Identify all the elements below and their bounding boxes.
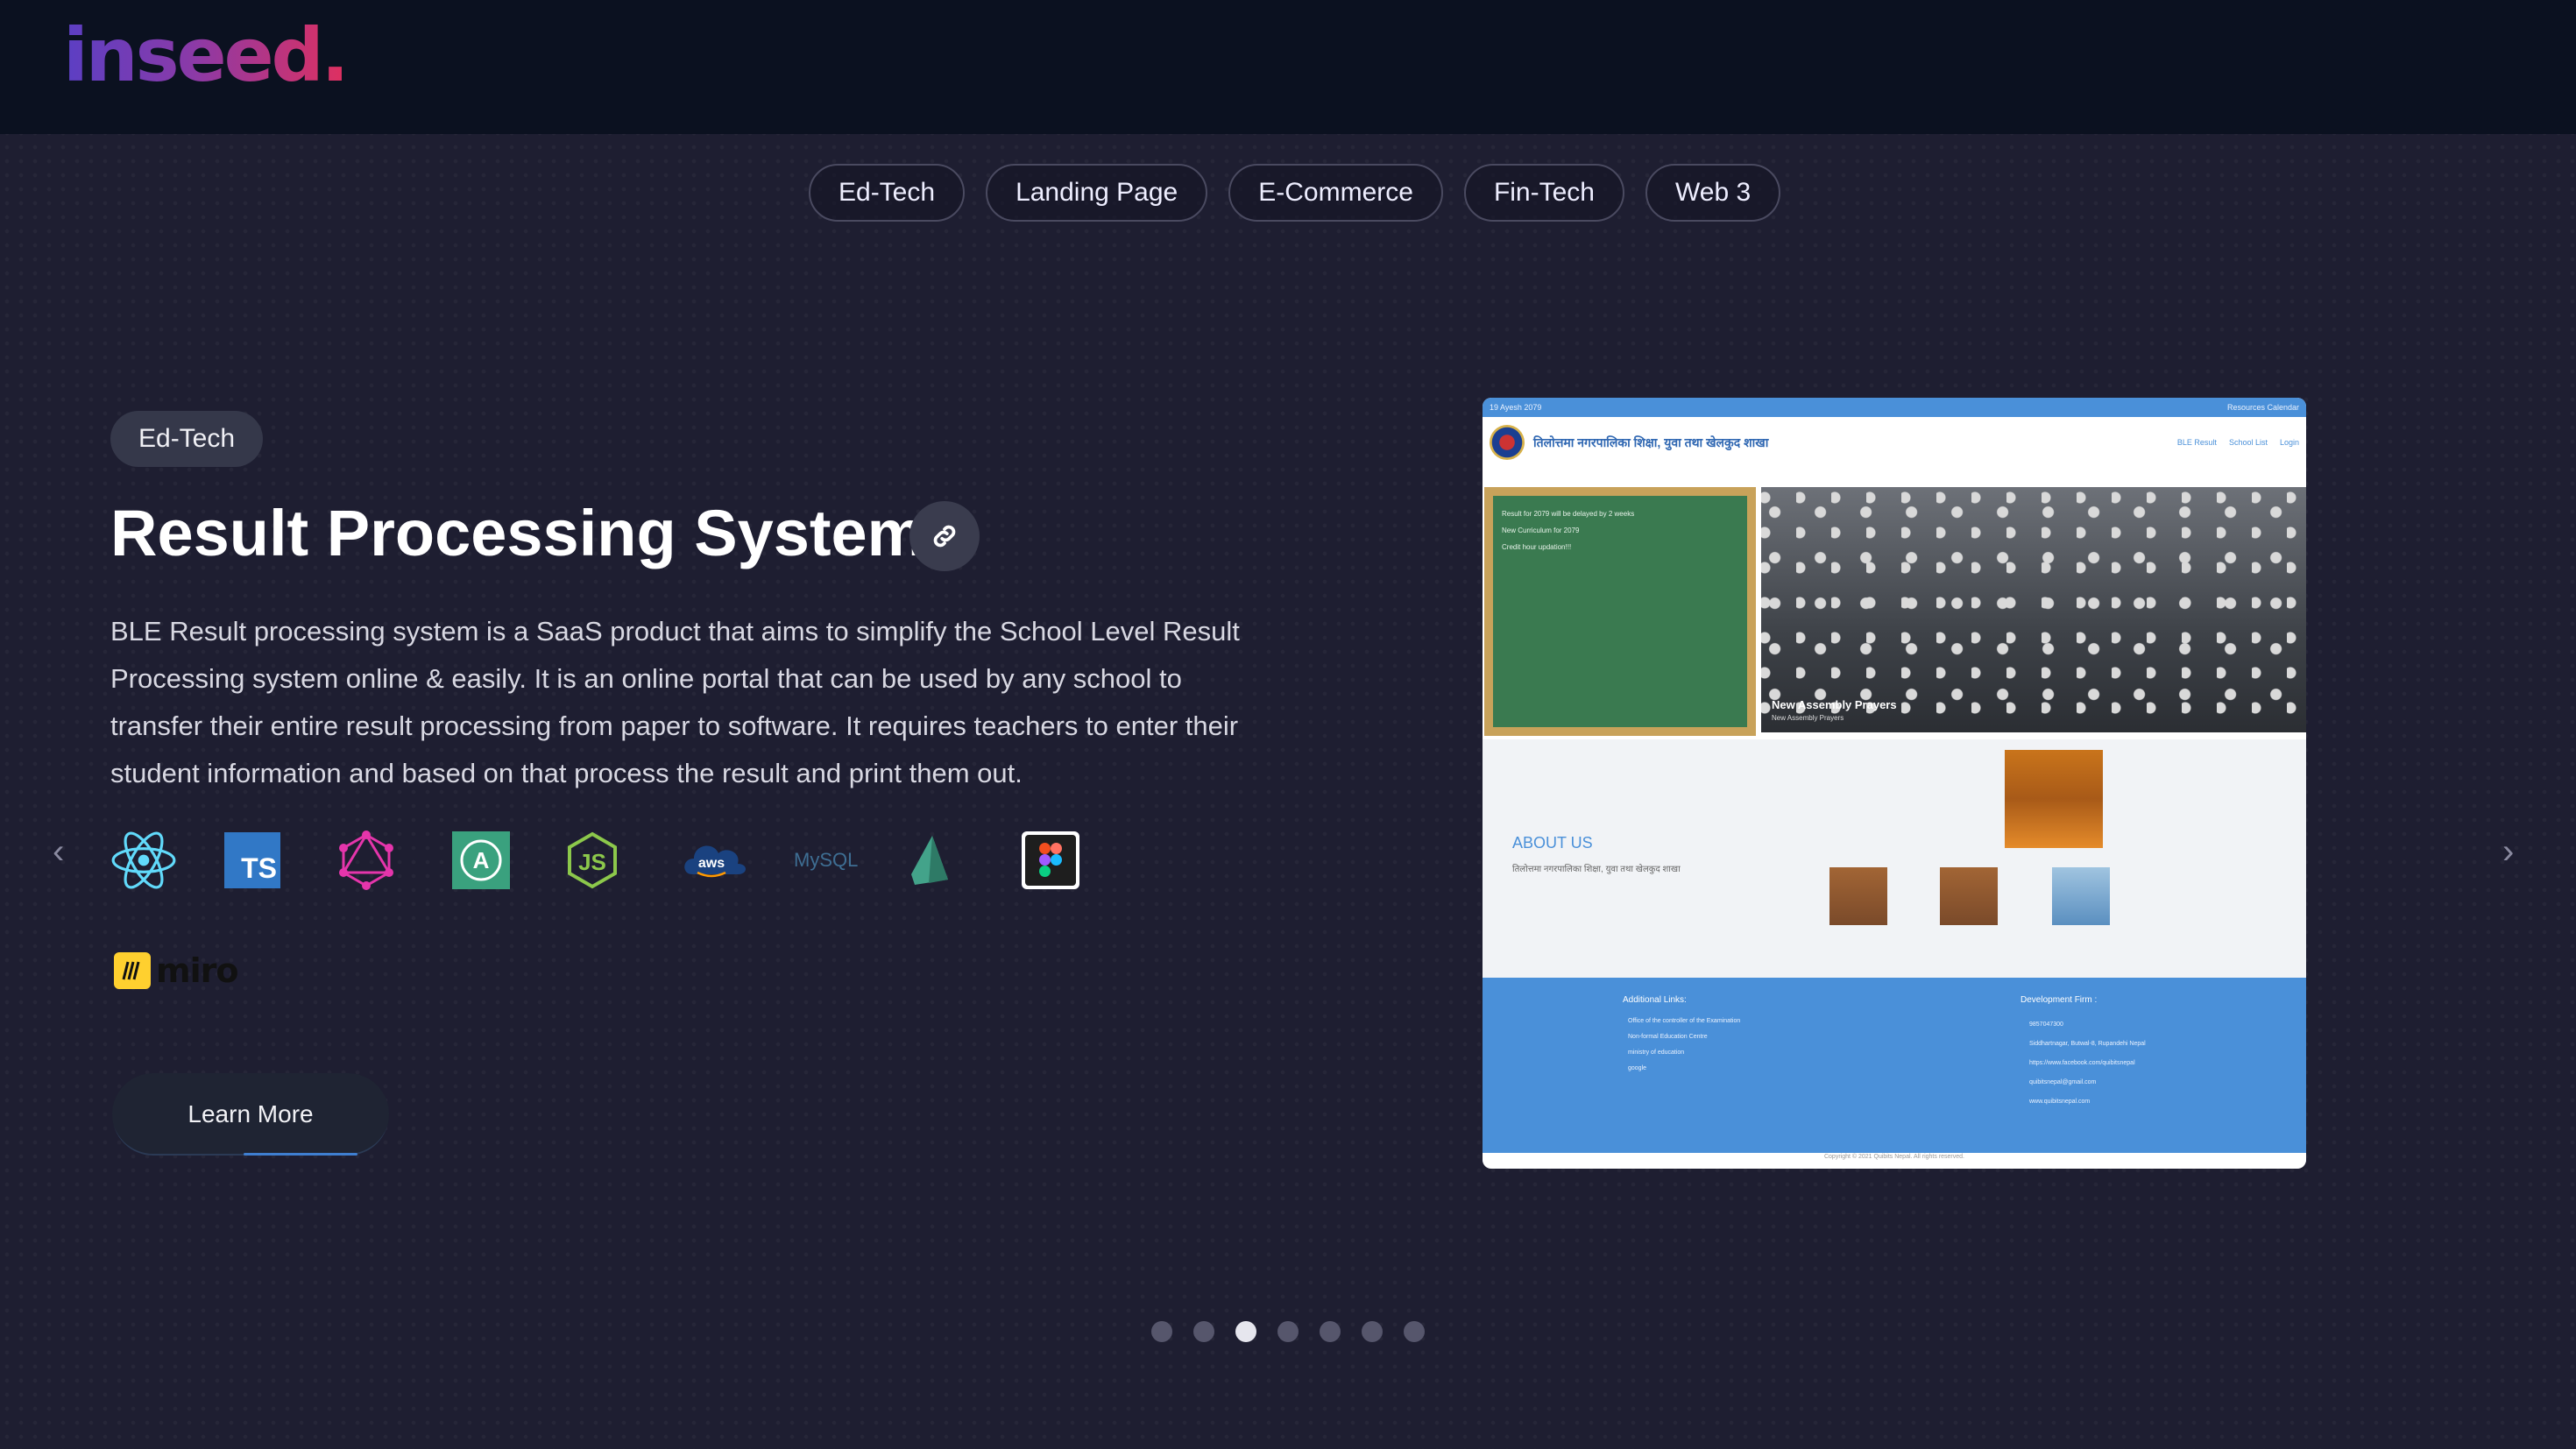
filter-chip-web3[interactable]: Web 3: [1645, 164, 1781, 222]
mysql-icon: MySQL: [794, 829, 908, 892]
preview-header: तिलोत्तमा नगरपालिका शिक्षा, युवा तथा खेल…: [1483, 417, 2306, 468]
prisma-icon: [908, 829, 1022, 892]
brand-logo[interactable]: inseed.: [63, 12, 350, 98]
filter-chip-fin-tech[interactable]: Fin-Tech: [1463, 164, 1624, 222]
aws-icon: aws: [680, 829, 794, 892]
preview-footer-dev-item: https://www.facebook.com/quibitsnepal: [2029, 1060, 2135, 1066]
carousel-pagination: [1151, 1321, 1425, 1342]
filter-chip-landing-page[interactable]: Landing Page: [986, 164, 1208, 222]
figma-icon: [1022, 829, 1136, 892]
preview-assembly-photo: New Assembly Prayers New Assembly Prayer…: [1761, 487, 2306, 732]
preview-top-strip: 19 Ayesh 2079 Resources Calendar: [1483, 398, 2306, 417]
miro-icon: miro: [114, 951, 238, 990]
preview-nav-item: School List: [2228, 438, 2268, 447]
preview-about-title: ABOUT US: [1512, 834, 1593, 852]
preview-about-subtitle: तिलोत्तमा नगरपालिका शिक्षा, युवा तथा खेल…: [1512, 865, 1681, 874]
preview-footer-link: google: [1628, 1065, 1647, 1071]
carousel-dot-active[interactable]: [1235, 1321, 1256, 1342]
preview-person-photo: [2052, 867, 2110, 925]
project-description: BLE Result processing system is a SaaS p…: [110, 616, 1240, 788]
preview-footer-dev-item: www.quibitsnepal.com: [2029, 1099, 2091, 1105]
typescript-label: TS: [224, 832, 280, 888]
category-filters: Ed-Tech Landing Page E-Commerce Fin-Tech…: [809, 164, 1781, 222]
preview-date: 19 Ayesh 2079: [1490, 403, 1542, 412]
miro-label: miro: [156, 951, 238, 990]
nodejs-icon: JS: [566, 829, 680, 892]
carousel-dot[interactable]: [1362, 1321, 1383, 1342]
preview-copyright: Copyright © 2021 Quibits Nepal. All righ…: [1483, 1153, 2306, 1162]
preview-footer-dev-title: Development Firm :: [2020, 995, 2098, 1005]
top-bar: inseed.: [0, 0, 2576, 134]
preview-footer-link: Office of the controller of the Examinat…: [1628, 1018, 1741, 1024]
preview-nav: BLE Result School List Login: [2177, 438, 2299, 447]
carousel-dot[interactable]: [1151, 1321, 1172, 1342]
link-icon: [933, 525, 956, 548]
preview-notice: Result for 2079 will be delayed by 2 wee…: [1502, 510, 1635, 518]
preview-footer-dev-item: quibitsnepal@gmail.com: [2029, 1079, 2097, 1085]
preview-top-links: Resources Calendar: [2226, 403, 2299, 412]
preview-notice: Credit hour updation!!!: [1502, 543, 1572, 551]
aws-label: aws: [698, 856, 725, 871]
tech-stack: TS A JS aws MySQL: [110, 829, 1136, 892]
preview-person-photo: [1940, 867, 1998, 925]
react-icon: [110, 829, 224, 892]
preview-footer: Additional Links: Office of the controll…: [1483, 978, 2306, 1162]
preview-notice-board: Result for 2079 will be delayed by 2 wee…: [1484, 487, 1756, 736]
learn-more-button[interactable]: Learn More: [112, 1073, 389, 1156]
project-category-tag: Ed-Tech: [110, 411, 264, 467]
miro-logo-mark: [114, 952, 151, 989]
preview-footer-dev-item: 9857047300: [2029, 1021, 2063, 1028]
apollo-icon: A: [452, 829, 566, 892]
preview-person-photo: [2005, 750, 2103, 848]
preview-nav-item: Login: [2279, 438, 2299, 447]
filter-chip-e-commerce[interactable]: E-Commerce: [1228, 164, 1443, 222]
preview-footer-links-title: Additional Links:: [1623, 995, 1687, 1005]
project-link-button[interactable]: [909, 501, 980, 571]
preview-notice: New Curriculum for 2079: [1502, 527, 1580, 534]
carousel-dot[interactable]: [1320, 1321, 1341, 1342]
preview-nav-item: BLE Result: [2176, 438, 2217, 447]
preview-hero: Result for 2079 will be delayed by 2 wee…: [1483, 487, 2306, 739]
project-preview-screenshot: 19 Ayesh 2079 Resources Calendar तिलोत्त…: [1483, 398, 2306, 1169]
mysql-label: MySQL: [794, 849, 859, 871]
preview-about-section: ABOUT US तिलोत्तमा नगरपालिका शिक्षा, युव…: [1483, 739, 2306, 978]
svg-text:A: A: [473, 847, 490, 873]
carousel-prev-arrow[interactable]: ‹: [53, 832, 64, 872]
graphql-icon: [338, 829, 452, 892]
project-title: Result Processing System: [110, 497, 925, 569]
preview-footer-dev-item: Siddhartnagar, Butwal-8, Rupandehi Nepal: [2029, 1041, 2146, 1047]
preview-footer-link: Non-formal Education Centre: [1628, 1034, 1708, 1040]
government-emblem-icon: [1490, 425, 1525, 460]
carousel-dot[interactable]: [1404, 1321, 1425, 1342]
preview-person-photo: [1829, 867, 1887, 925]
carousel-dot[interactable]: [1193, 1321, 1214, 1342]
carousel-dot[interactable]: [1277, 1321, 1299, 1342]
preview-hero-subcaption: New Assembly Prayers: [1772, 714, 1844, 722]
typescript-icon: TS: [224, 829, 338, 892]
svg-text:JS: JS: [578, 849, 606, 875]
filter-chip-ed-tech[interactable]: Ed-Tech: [809, 164, 966, 222]
preview-org-name: तिलोत्तमा नगरपालिका शिक्षा, युवा तथा खेल…: [1533, 435, 1769, 449]
preview-footer-link: ministry of education: [1628, 1050, 1685, 1056]
carousel-next-arrow[interactable]: ›: [2502, 832, 2514, 872]
preview-hero-caption: New Assembly Prayers: [1772, 698, 1897, 711]
